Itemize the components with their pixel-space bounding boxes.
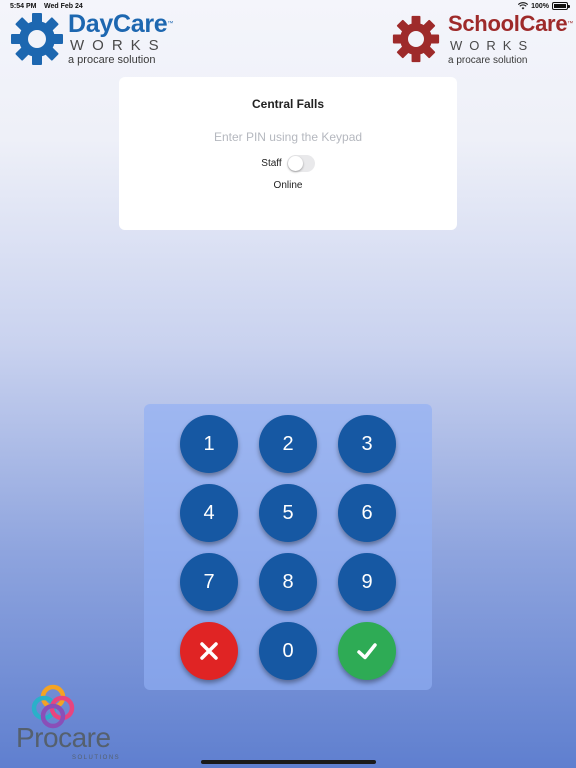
- daycare-brand-name: DayCare™: [68, 10, 174, 38]
- pin-keypad: 1 2 3 4 5 6 7 8 9 0: [144, 404, 432, 690]
- key-9[interactable]: 9: [338, 553, 396, 611]
- staff-toggle-knob: [287, 156, 303, 171]
- procare-logo: Procare SOLUTIONS: [16, 684, 132, 764]
- pin-prompt: Enter PIN using the Keypad: [213, 130, 363, 144]
- key-3[interactable]: 3: [338, 415, 396, 473]
- status-right: 100%: [518, 2, 570, 10]
- connection-status: Online: [273, 180, 303, 191]
- cancel-button[interactable]: [180, 622, 238, 680]
- schoolcare-tagline: a procare solution: [448, 55, 528, 66]
- location-card: Central Falls Enter PIN using the Keypad…: [119, 77, 457, 230]
- schoolcare-works-text: WORKS: [450, 38, 535, 53]
- home-indicator[interactable]: [201, 760, 376, 764]
- schoolcare-gear-icon: [392, 15, 440, 63]
- daycare-gear-icon: [11, 13, 63, 65]
- key-8[interactable]: 8: [259, 553, 317, 611]
- key-4[interactable]: 4: [180, 484, 238, 542]
- key-6[interactable]: 6: [338, 484, 396, 542]
- status-date: Wed Feb 24: [44, 3, 83, 10]
- battery-icon: [552, 2, 570, 10]
- staff-toggle[interactable]: [286, 155, 315, 172]
- daycare-tagline: a procare solution: [68, 54, 156, 66]
- daycare-works-text: WORKS: [70, 37, 167, 54]
- battery-percent: 100%: [531, 2, 549, 10]
- location-title: Central Falls: [251, 97, 325, 111]
- key-0[interactable]: 0: [259, 622, 317, 680]
- procare-wordmark: Procare: [16, 722, 111, 753]
- confirm-button[interactable]: [338, 622, 396, 680]
- check-icon: [357, 643, 377, 660]
- status-time: 5:54 PM: [10, 3, 37, 10]
- key-7[interactable]: 7: [180, 553, 238, 611]
- schoolcare-works-logo: SchoolCare™ WORKS a procare solution: [392, 11, 573, 67]
- procare-solutions-text: SOLUTIONS: [72, 755, 121, 761]
- daycare-works-logo: DayCare™ WORKS a procare solution: [10, 10, 174, 67]
- x-icon: [200, 642, 218, 660]
- wifi-icon: [518, 2, 529, 10]
- staff-toggle-row: Staff: [119, 155, 457, 172]
- key-1[interactable]: 1: [180, 415, 238, 473]
- key-5[interactable]: 5: [259, 484, 317, 542]
- key-2[interactable]: 2: [259, 415, 317, 473]
- staff-label: Staff: [261, 158, 282, 169]
- schoolcare-brand-name: SchoolCare™: [448, 11, 573, 36]
